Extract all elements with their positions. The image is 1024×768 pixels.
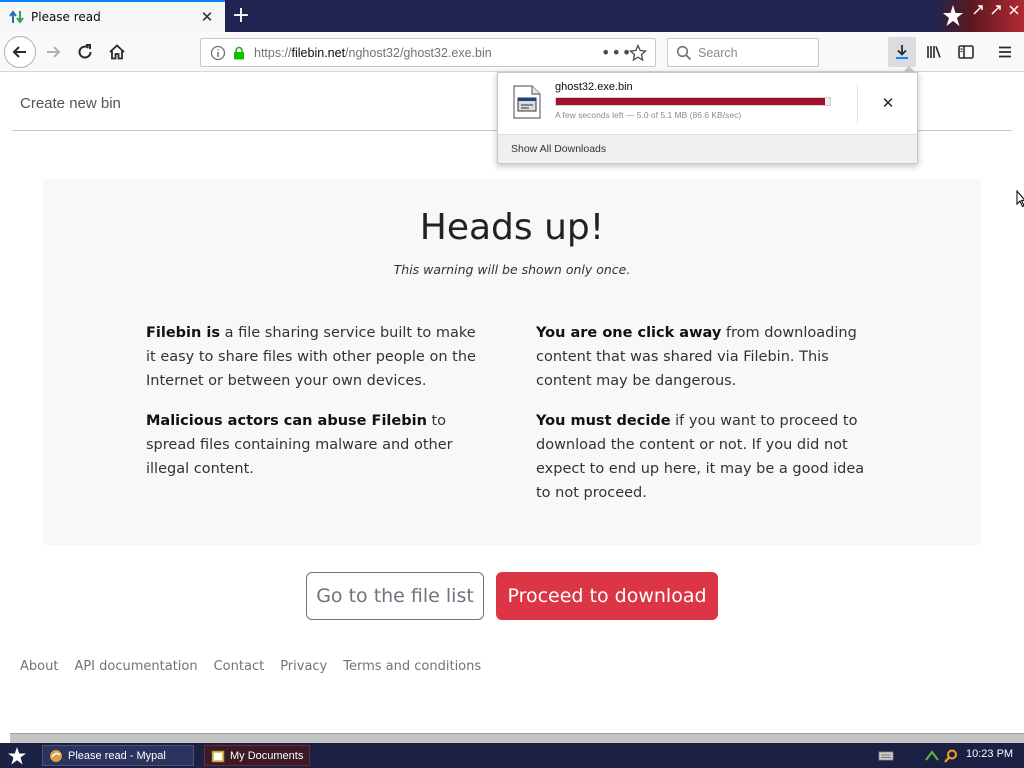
download-item-divider bbox=[857, 85, 858, 123]
library-icon bbox=[927, 46, 941, 58]
reload-icon bbox=[78, 44, 92, 59]
hamburger-menu-icon bbox=[999, 46, 1011, 58]
info-strong: Filebin is bbox=[146, 325, 221, 341]
download-status: A few seconds left — 5.0 of 5.1 MB (86.6… bbox=[555, 110, 742, 120]
url-bar[interactable]: https://filebin.net/nghost32/ghost32.exe… bbox=[200, 38, 656, 67]
sidebar-icon bbox=[958, 45, 974, 59]
download-file-name: ghost32.exe.bin bbox=[555, 81, 633, 93]
warning-subtitle: This warning will be shown only once. bbox=[393, 262, 631, 277]
navigation-toolbar: https://filebin.net/nghost32/ghost32.exe… bbox=[0, 32, 1024, 72]
sidebar-button[interactable] bbox=[952, 37, 980, 67]
downloads-panel-footer[interactable]: Show All Downloads bbox=[498, 134, 917, 163]
site-info-icon[interactable] bbox=[210, 45, 226, 61]
mouse-cursor-icon bbox=[1016, 190, 1024, 208]
search-icon bbox=[676, 45, 692, 60]
forward-button[interactable] bbox=[38, 37, 68, 67]
system-clock: 10:23 PM bbox=[966, 748, 1014, 760]
back-arrow-icon bbox=[12, 46, 26, 58]
home-icon bbox=[109, 44, 125, 60]
window-manager-star-icon bbox=[943, 5, 963, 26]
filebin-favicon-icon bbox=[9, 9, 25, 25]
menu-button[interactable] bbox=[991, 37, 1019, 67]
download-arrow-icon bbox=[896, 45, 908, 59]
info-paragraph: You are one click away from downloading … bbox=[536, 321, 876, 393]
url-path: /nghost32/ghost32.exe.bin bbox=[345, 45, 492, 60]
bookmark-star-icon[interactable] bbox=[627, 43, 649, 63]
downloads-panel: ghost32.exe.bin A few seconds left — 5.0… bbox=[497, 72, 918, 164]
start-menu-button[interactable] bbox=[4, 745, 30, 767]
go-to-file-list-button[interactable]: Go to the file list bbox=[306, 572, 484, 620]
executable-file-icon bbox=[513, 85, 541, 119]
show-all-downloads-link[interactable]: Show All Downloads bbox=[511, 143, 606, 155]
info-paragraph: Malicious actors can abuse Filebin to sp… bbox=[146, 409, 486, 481]
proceed-to-download-button[interactable]: Proceed to download bbox=[496, 572, 718, 620]
download-progress-bar bbox=[555, 97, 831, 106]
url-protocol: https:// bbox=[254, 45, 292, 60]
footer-link-terms[interactable]: Terms and conditions bbox=[343, 659, 481, 674]
search-input[interactable] bbox=[698, 45, 808, 60]
start-star-icon bbox=[8, 747, 26, 765]
download-progress-fill bbox=[556, 98, 825, 105]
taskbar-item-mypal[interactable]: Please read - Mypal bbox=[42, 745, 194, 766]
taskbar: Please read - Mypal My Documents 10:23 P… bbox=[0, 743, 1024, 768]
cancel-download-icon[interactable]: ✕ bbox=[876, 91, 900, 115]
taskbar-item-label: My Documents bbox=[230, 749, 304, 762]
taskbar-item-my-documents[interactable]: My Documents bbox=[204, 745, 310, 766]
footer-link-api-documentation[interactable]: API documentation bbox=[74, 659, 197, 674]
info-strong: Malicious actors can abuse Filebin bbox=[146, 413, 427, 429]
info-strong: You are one click away bbox=[536, 325, 722, 341]
tab-please-read[interactable]: Please read ✕ bbox=[0, 0, 225, 32]
window-minimize-icon[interactable] bbox=[972, 4, 984, 16]
window-maximize-icon[interactable] bbox=[990, 4, 1002, 16]
web-page: Create new bin Heads up! This warning wi… bbox=[0, 73, 1024, 733]
keyboard-tray-icon[interactable] bbox=[878, 747, 894, 765]
library-button[interactable] bbox=[920, 37, 948, 67]
search-tray-icon[interactable] bbox=[943, 747, 959, 765]
home-button[interactable] bbox=[102, 37, 132, 67]
page-actions-icon[interactable]: ••• bbox=[601, 43, 631, 62]
taskbar-item-label: Please read - Mypal bbox=[68, 749, 166, 762]
window-close-icon[interactable] bbox=[1008, 4, 1020, 16]
close-tab-icon[interactable]: ✕ bbox=[199, 8, 215, 26]
footer-link-about[interactable]: About bbox=[20, 659, 58, 674]
search-bar[interactable] bbox=[667, 38, 819, 67]
forward-arrow-icon bbox=[47, 46, 61, 58]
tab-strip: Please read ✕ + bbox=[0, 0, 1024, 32]
info-paragraph: Filebin is a file sharing service built … bbox=[146, 321, 486, 393]
folder-icon bbox=[211, 750, 225, 762]
footer-links: About API documentation Contact Privacy … bbox=[20, 659, 481, 674]
download-item[interactable]: ghost32.exe.bin A few seconds left — 5.0… bbox=[498, 73, 917, 133]
new-tab-button[interactable]: + bbox=[228, 3, 254, 29]
footer-link-privacy[interactable]: Privacy bbox=[280, 659, 327, 674]
info-column-right: You are one click away from downloading … bbox=[536, 321, 876, 521]
mypal-app-icon bbox=[50, 749, 62, 762]
info-column-left: Filebin is a file sharing service built … bbox=[146, 321, 486, 497]
url-host: filebin.net bbox=[291, 45, 346, 60]
page-title: Heads up! bbox=[419, 207, 605, 248]
lock-icon bbox=[234, 46, 244, 59]
downloads-button[interactable] bbox=[888, 37, 916, 67]
info-paragraph: You must decide if you want to proceed t… bbox=[536, 409, 876, 505]
info-strong: You must decide bbox=[536, 413, 671, 429]
footer-link-contact[interactable]: Contact bbox=[214, 659, 265, 674]
url-text: https://filebin.net/nghost32/ghost32.exe… bbox=[254, 46, 601, 60]
tab-title: Please read bbox=[31, 10, 101, 24]
horizontal-scrollbar[interactable] bbox=[10, 733, 1024, 743]
warning-box: Heads up! This warning will be shown onl… bbox=[43, 179, 981, 545]
reload-button[interactable] bbox=[70, 37, 100, 67]
back-button[interactable] bbox=[4, 36, 36, 68]
create-new-bin-link[interactable]: Create new bin bbox=[20, 95, 121, 112]
network-tray-icon[interactable] bbox=[924, 747, 940, 765]
